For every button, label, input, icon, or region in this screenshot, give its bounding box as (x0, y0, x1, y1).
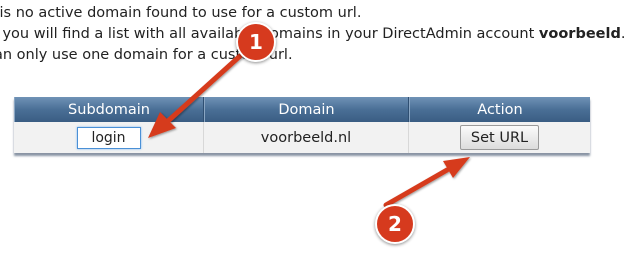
subdomain-input[interactable] (76, 126, 141, 149)
arrow-2-icon (383, 157, 470, 208)
intro-text: e is no active domain found to use for a… (0, 3, 625, 66)
table-row: voorbeeld.nl Set URL (14, 122, 590, 153)
table-header-row: Subdomain Domain Action (14, 97, 590, 122)
intro-line-2-end: . (620, 26, 626, 42)
header-action: Action (409, 97, 590, 122)
step-2-badge: 2 (375, 204, 415, 244)
domain-cell: voorbeeld.nl (204, 122, 409, 153)
set-url-button[interactable]: Set URL (459, 125, 540, 150)
account-name: voorbeeld (538, 26, 621, 42)
intro-line-3: can only use one domain for a custom url… (0, 47, 293, 63)
step-1-badge: 1 (236, 22, 276, 62)
intro-line-2: w you will find a list with all availabl… (0, 24, 625, 45)
intro-line-1: e is no active domain found to use for a… (0, 5, 362, 21)
domains-table: Subdomain Domain Action voorbeeld.nl Set… (14, 97, 590, 153)
header-subdomain: Subdomain (14, 97, 204, 122)
header-domain: Domain (204, 97, 409, 122)
domains-table-wrapper: Subdomain Domain Action voorbeeld.nl Set… (14, 97, 590, 153)
action-cell: Set URL (409, 122, 590, 153)
subdomain-cell (14, 122, 204, 153)
